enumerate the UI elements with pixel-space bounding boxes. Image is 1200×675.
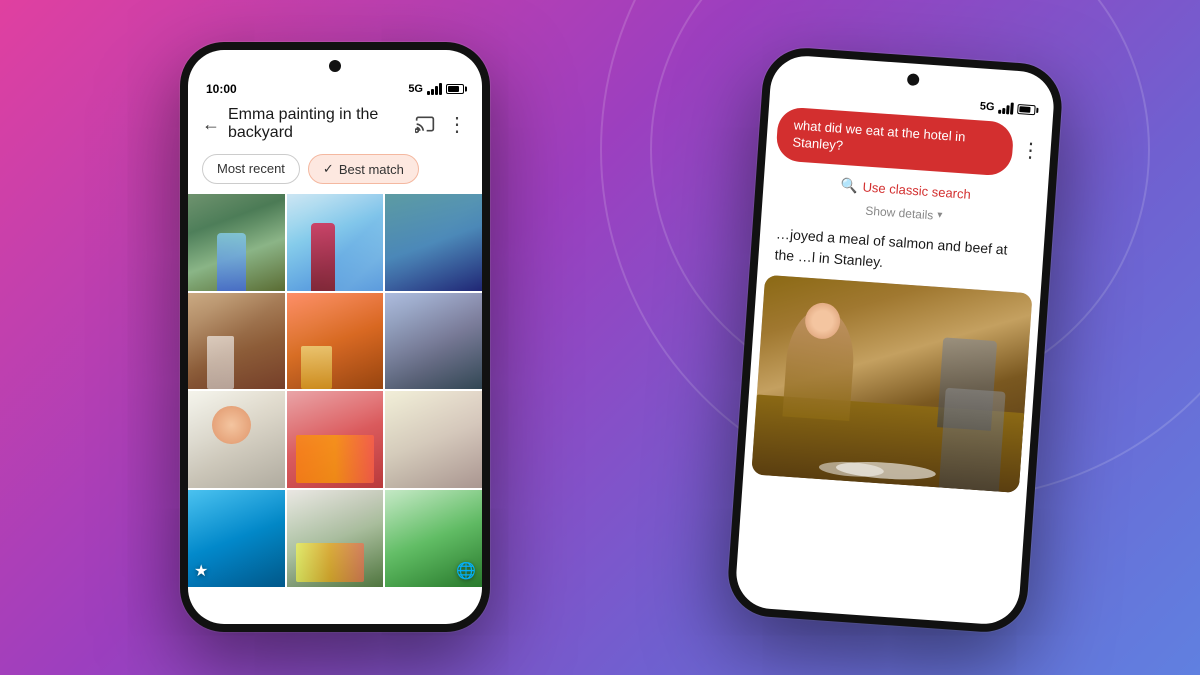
photo-cell-1[interactable] — [188, 194, 285, 291]
back-button[interactable]: ← — [202, 114, 220, 135]
filter-row: Most recent ✓ Best match — [188, 150, 482, 194]
photo-cell-9[interactable] — [385, 391, 482, 488]
photo-cell-3[interactable] — [385, 194, 482, 291]
photo-cell-7[interactable] — [188, 391, 285, 488]
rbar4 — [1010, 103, 1014, 115]
search-icon-classic: 🔍 — [840, 177, 859, 195]
status-icons-left: 5G — [408, 83, 464, 95]
globe-icon: 🌐 — [456, 561, 476, 581]
filter-most-recent[interactable]: Most recent — [202, 154, 300, 184]
battery-right — [1017, 104, 1036, 115]
network-right: 5G — [979, 100, 994, 113]
battery-fill-right — [1019, 106, 1030, 113]
classic-search-label[interactable]: Use classic search — [862, 179, 971, 202]
camera-hole-right — [907, 73, 920, 86]
time-left: 10:00 — [206, 82, 237, 96]
battery-left — [446, 84, 464, 94]
signal-bars-right — [998, 102, 1014, 115]
photo-cell-5[interactable] — [287, 293, 384, 390]
rbar1 — [998, 110, 1001, 114]
photo-cell-11[interactable] — [287, 490, 384, 587]
search-header: ← Emma painting in the backyard ⋮ — [188, 100, 482, 150]
photo-cell-8[interactable] — [287, 391, 384, 488]
bar2 — [431, 89, 434, 95]
photo-cell-2[interactable] — [287, 194, 384, 291]
photo-cell-6[interactable] — [385, 293, 482, 390]
search-pill[interactable]: what did we eat at the hotel in Stanley? — [775, 106, 1014, 176]
bar4 — [439, 83, 442, 95]
rbar2 — [1002, 108, 1005, 114]
signal-bars-left — [427, 83, 442, 95]
phone-left: 10:00 5G ← Emma painting — [180, 42, 490, 632]
phone-right: 5G what did we eat at the hotel in Stanl… — [725, 45, 1064, 635]
status-bar-left: 10:00 5G — [188, 74, 482, 100]
photo-cell-12[interactable]: 🌐 — [385, 490, 482, 587]
cast-icon[interactable] — [414, 113, 436, 135]
phone-right-screen: 5G what did we eat at the hotel in Stanl… — [734, 54, 1056, 626]
filter-best-match-label: Best match — [339, 162, 404, 177]
check-icon: ✓ — [323, 161, 334, 177]
battery-fill-left — [448, 86, 459, 92]
chevron-down-icon: ▾ — [937, 210, 943, 221]
network-left: 5G — [408, 83, 423, 95]
filter-best-match[interactable]: ✓ Best match — [308, 154, 419, 184]
camera-hole-left — [329, 60, 341, 72]
more-vert-icon-left[interactable]: ⋮ — [446, 113, 468, 135]
header-icons: ⋮ — [414, 113, 468, 135]
photo-grid: ★ 🌐 — [188, 194, 482, 589]
status-icons-right: 5G — [979, 100, 1035, 116]
phone-left-screen: 10:00 5G ← Emma painting — [188, 50, 482, 624]
photo-cell-4[interactable] — [188, 293, 285, 390]
search-title: Emma painting in the backyard — [228, 106, 406, 142]
more-vert-icon-right[interactable]: ⋮ — [1020, 140, 1041, 161]
photo-cell-10[interactable]: ★ — [188, 490, 285, 587]
phones-container: 10:00 5G ← Emma painting — [0, 0, 1200, 675]
star-icon: ★ — [194, 561, 208, 581]
bar3 — [435, 86, 438, 95]
bar1 — [427, 91, 430, 95]
result-photo — [751, 275, 1032, 493]
